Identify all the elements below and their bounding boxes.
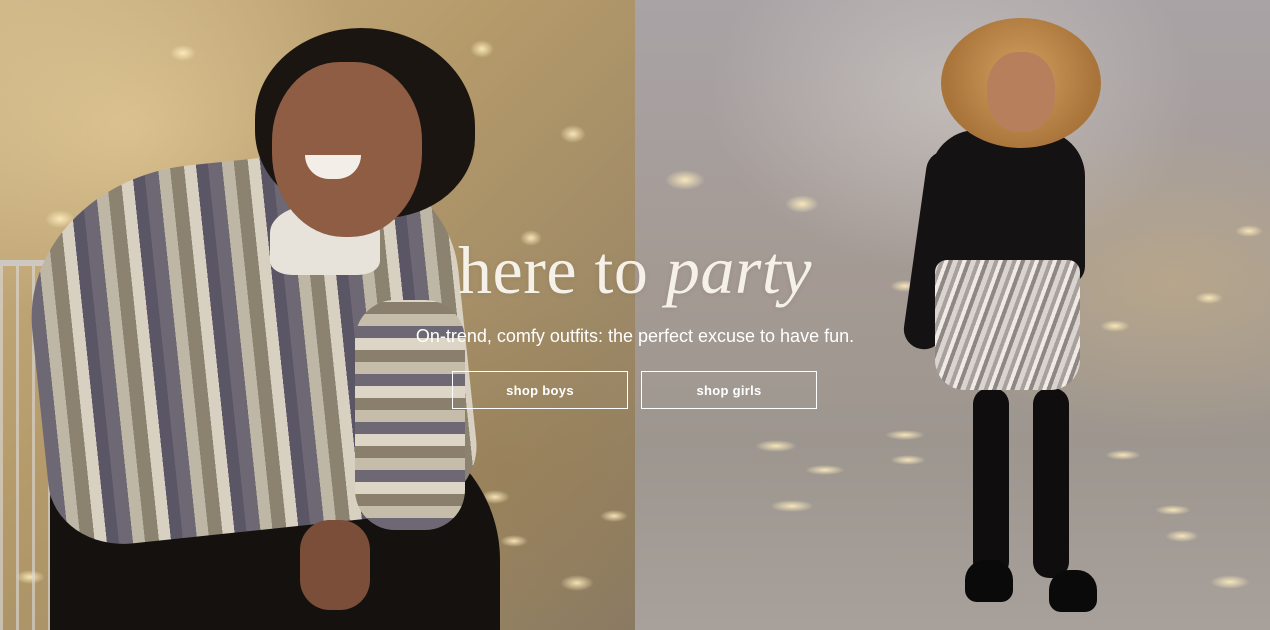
girls-photo-panel[interactable] (635, 0, 1270, 630)
shop-boys-button[interactable]: shop boys (452, 371, 628, 409)
boy-model (0, 0, 635, 630)
hero-banner: here to party On-trend, comfy outfits: t… (0, 0, 1270, 630)
shop-girls-button[interactable]: shop girls (641, 371, 817, 409)
boys-photo-panel[interactable] (0, 0, 635, 630)
shop-girls-label: shop girls (696, 382, 762, 398)
shop-boys-label: shop boys (506, 382, 574, 398)
girl-model (635, 0, 1270, 630)
headline-plain: here to (458, 232, 649, 308)
hero-headline: here to party (0, 228, 1270, 312)
hero-subheadline: On-trend, comfy outfits: the perfect exc… (415, 326, 855, 346)
headline-italic: party (665, 232, 812, 308)
